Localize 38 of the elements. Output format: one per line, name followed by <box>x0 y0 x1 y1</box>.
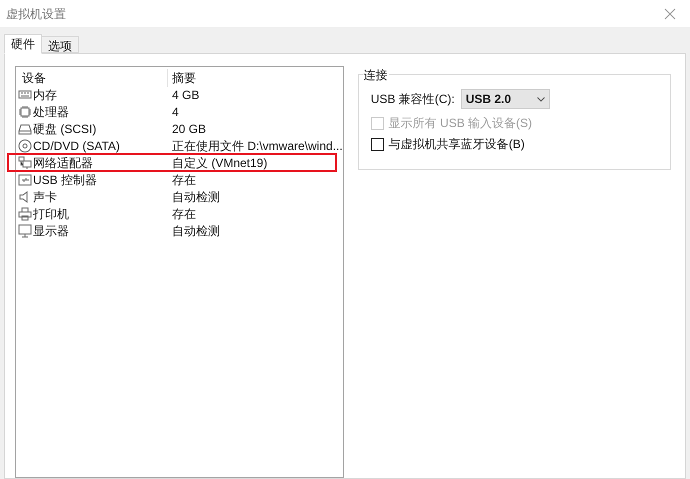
cd-icon <box>18 138 32 152</box>
device-name[interactable]: 声卡 <box>33 188 57 206</box>
device-name[interactable]: 打印机 <box>33 204 69 222</box>
caret-icon <box>536 96 545 102</box>
device-summary: 20 GB <box>171 120 206 138</box>
compat-label: USB 兼容性(C): <box>370 91 455 108</box>
device-summary: 自动检测 <box>171 188 220 206</box>
device-summary: 4 GB <box>171 86 200 104</box>
column-header[interactable]: 设备 <box>16 68 168 86</box>
usb-icon <box>18 172 32 186</box>
printer-icon <box>18 206 32 220</box>
compat-dropdown[interactable]: USB 2.0 <box>460 89 550 109</box>
group-title: 连接 <box>362 66 389 84</box>
device-name[interactable]: 显示器 <box>33 222 69 240</box>
device-name[interactable]: 网络适配器 <box>33 154 93 172</box>
device-summary: 4 <box>171 104 179 120</box>
device-summary: 自定义 (VMnet19) <box>171 154 268 172</box>
checkbox-label: 显示所有 USB 输入设备(S) <box>388 115 532 132</box>
checkbox-label: 与虚拟机共享蓝牙设备(B) <box>388 136 525 153</box>
network-icon <box>18 156 32 170</box>
tab[interactable]: 选项 <box>42 36 79 53</box>
device-name[interactable]: 硬盘 (SCSI) <box>33 120 96 138</box>
device-summary: 存在 <box>171 206 196 222</box>
device-summary: 存在 <box>171 172 196 188</box>
memory-icon <box>18 88 32 102</box>
device-name[interactable]: CD/DVD (SATA) <box>33 136 120 154</box>
device-name[interactable]: USB 控制器 <box>33 170 98 188</box>
tab[interactable]: 硬件 <box>4 34 42 54</box>
window-title: 虚拟机设置 <box>6 6 66 22</box>
device-summary: 自动检测 <box>171 222 220 240</box>
column-header[interactable]: 摘要 <box>168 68 196 86</box>
device-name[interactable]: 内存 <box>33 86 57 104</box>
checkbox[interactable] <box>370 138 384 150</box>
device-name[interactable]: 处理器 <box>33 102 69 120</box>
cpu-icon <box>18 104 32 118</box>
close-icon[interactable] <box>664 8 676 20</box>
display-icon <box>18 224 32 238</box>
device-summary: 正在使用文件 D:\vmware\wind... <box>171 138 343 154</box>
